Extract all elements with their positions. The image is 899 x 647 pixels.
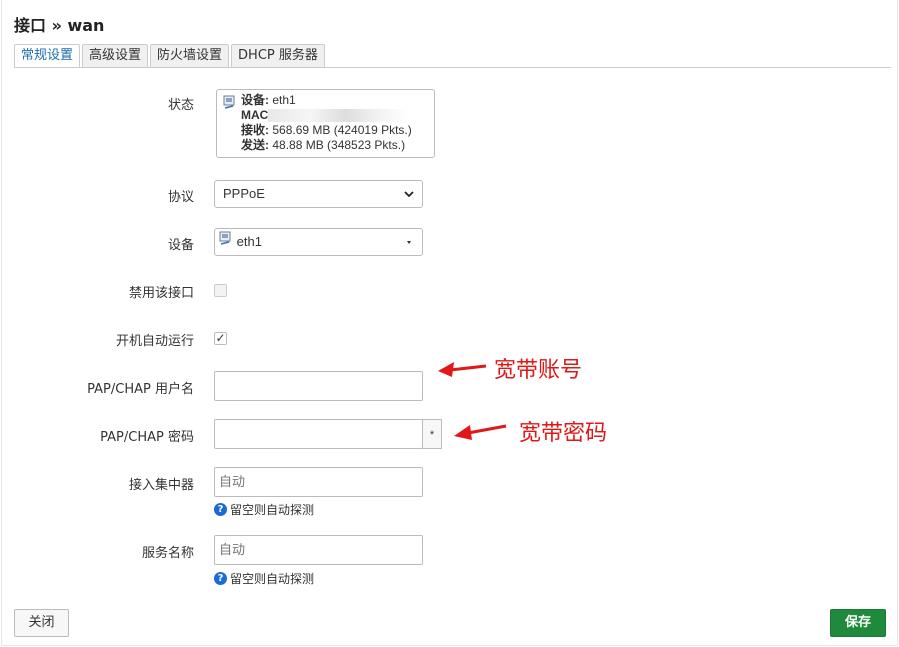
username-annotation: 宽带账号 xyxy=(494,358,583,383)
caret-down-icon xyxy=(404,229,414,265)
protocol-select[interactable]: PPPoE xyxy=(214,180,423,208)
rx-val: 568.69 MB (424019 Pkts.) xyxy=(272,123,412,137)
device-key: 设备: xyxy=(241,93,269,107)
device-select[interactable]: eth1 xyxy=(214,228,423,256)
password-annotation: 宽带密码 xyxy=(519,421,608,446)
ac-label: 接入集中器 xyxy=(128,478,194,493)
username-input[interactable] xyxy=(214,371,423,401)
red-arrow-icon xyxy=(454,424,507,440)
status-box: 设备: eth1 MAC 接收: 568.69 MB (424019 Pkts.… xyxy=(216,89,435,158)
ac-hint-text: 留空则自动探测 xyxy=(230,503,315,517)
ac-input[interactable] xyxy=(214,467,423,497)
rx-key: 接收: xyxy=(241,123,269,137)
device-val: eth1 xyxy=(272,93,296,107)
tx-key: 发送: xyxy=(241,138,269,152)
username-label: PAP/CHAP 用户名 xyxy=(87,382,194,397)
password-reveal-button[interactable]: * xyxy=(422,419,442,449)
disable-iface-label: 禁用该接口 xyxy=(128,286,194,301)
tab-bar: 常规设置 高级设置 防火墙设置 DHCP 服务器 xyxy=(14,44,325,67)
device-value: eth1 xyxy=(236,234,262,249)
ethernet-port-icon xyxy=(223,95,237,113)
protocol-value: PPPoE xyxy=(223,186,265,201)
protocol-label: 协议 xyxy=(167,190,194,205)
service-hint: ? 留空则自动探测 xyxy=(214,570,314,587)
password-input[interactable] xyxy=(214,419,423,449)
tab-divider xyxy=(14,67,891,68)
modal-frame xyxy=(1,0,898,646)
device-label: 设备 xyxy=(167,238,194,253)
service-label: 服务名称 xyxy=(141,546,194,561)
mac-key: MAC xyxy=(241,108,269,122)
disable-iface-checkbox[interactable] xyxy=(214,284,227,297)
tab-firewall[interactable]: 防火墙设置 xyxy=(150,44,230,67)
tx-val: 48.88 MB (348523 Pkts.) xyxy=(272,138,406,152)
tab-general[interactable]: 常规设置 xyxy=(14,44,81,67)
red-arrow-icon xyxy=(438,362,487,377)
mac-redacted xyxy=(268,109,409,123)
ac-hint: ? 留空则自动探测 xyxy=(214,501,314,518)
ethernet-port-icon xyxy=(219,228,233,254)
save-button[interactable]: 保存 xyxy=(830,609,886,637)
autostart-checkbox[interactable]: ✓ xyxy=(214,332,227,345)
help-icon: ? xyxy=(214,572,227,585)
chevron-down-icon xyxy=(404,181,414,217)
tab-advanced[interactable]: 高级设置 xyxy=(82,44,149,67)
close-button[interactable]: 关闭 xyxy=(14,609,69,637)
page-title: 接口 » wan xyxy=(14,16,105,35)
autostart-label: 开机自动运行 xyxy=(115,334,194,349)
service-input[interactable] xyxy=(214,535,423,565)
help-icon: ? xyxy=(214,503,227,516)
tab-dhcp[interactable]: DHCP 服务器 xyxy=(231,44,325,67)
password-label: PAP/CHAP 密码 xyxy=(100,430,194,445)
service-hint-text: 留空则自动探测 xyxy=(230,572,315,586)
status-label: 状态 xyxy=(167,98,194,113)
